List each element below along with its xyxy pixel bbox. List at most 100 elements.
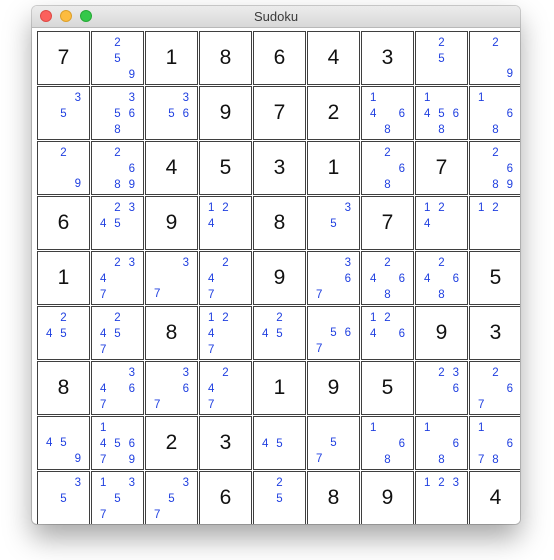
- sudoku-cell[interactable]: 5: [469, 251, 520, 305]
- sudoku-cell[interactable]: 9: [253, 251, 306, 305]
- cell-value: 1: [273, 376, 286, 399]
- sudoku-cell[interactable]: 8: [37, 361, 90, 415]
- sudoku-cell[interactable]: 29: [37, 141, 90, 195]
- sudoku-cell[interactable]: 6: [37, 196, 90, 250]
- sudoku-cell[interactable]: 3: [361, 31, 414, 85]
- candidate-digit: 9: [74, 453, 82, 465]
- sudoku-cell[interactable]: 2689: [469, 141, 520, 195]
- sudoku-cell[interactable]: 123: [415, 471, 468, 524]
- sudoku-cell[interactable]: 124 6: [361, 306, 414, 360]
- candidate-digit: 4: [369, 273, 377, 285]
- sudoku-cell[interactable]: 9: [199, 86, 252, 140]
- sudoku-cell[interactable]: 35: [37, 471, 90, 524]
- sudoku-cell[interactable]: 8: [145, 306, 198, 360]
- sudoku-cell[interactable]: 4: [469, 471, 520, 524]
- candidate-grid: 12: [474, 200, 517, 247]
- sudoku-cell[interactable]: 3: [199, 416, 252, 470]
- sudoku-cell[interactable]: 7: [253, 86, 306, 140]
- sudoku-cell[interactable]: 2 59: [91, 31, 144, 85]
- candidate-grid: 29: [474, 35, 517, 82]
- sudoku-cell[interactable]: 9: [145, 196, 198, 250]
- sudoku-cell[interactable]: 1 68: [361, 416, 414, 470]
- cell-value: 7: [273, 101, 286, 124]
- sudoku-cell[interactable]: 57: [307, 416, 360, 470]
- sudoku-cell[interactable]: 24 68: [415, 251, 468, 305]
- sudoku-cell[interactable]: 6: [199, 471, 252, 524]
- sudoku-cell[interactable]: 1: [37, 251, 90, 305]
- sudoku-cell[interactable]: 1: [253, 361, 306, 415]
- candidate-grid: 459: [42, 420, 85, 467]
- candidate-digit: 7: [207, 289, 215, 301]
- sudoku-cell[interactable]: 23 6: [415, 361, 468, 415]
- sudoku-cell[interactable]: 8: [199, 31, 252, 85]
- sudoku-cell[interactable]: 124: [415, 196, 468, 250]
- sudoku-cell[interactable]: 45: [253, 416, 306, 470]
- sudoku-cell[interactable]: 357: [145, 471, 198, 524]
- sudoku-cell[interactable]: 26 7: [469, 361, 520, 415]
- sudoku-cell[interactable]: 1 4 68: [361, 86, 414, 140]
- candidate-digit: 6: [182, 383, 190, 395]
- sudoku-cell[interactable]: 24 7: [199, 361, 252, 415]
- sudoku-cell[interactable]: 3568: [91, 86, 144, 140]
- sudoku-cell[interactable]: 35: [37, 86, 90, 140]
- sudoku-cell[interactable]: 7: [361, 196, 414, 250]
- sudoku-cell[interactable]: 8: [253, 196, 306, 250]
- sudoku-cell[interactable]: 1 357: [91, 471, 144, 524]
- sudoku-cell[interactable]: 1 68: [415, 416, 468, 470]
- sudoku-cell[interactable]: 3: [469, 306, 520, 360]
- candidate-digit: 2: [276, 477, 283, 489]
- sudoku-cell[interactable]: 37: [145, 251, 198, 305]
- sudoku-cell[interactable]: 8: [307, 471, 360, 524]
- sudoku-cell[interactable]: 3 4 6 7: [91, 361, 144, 415]
- candidate-digit: 2: [384, 257, 391, 269]
- sudoku-cell[interactable]: 459: [37, 416, 90, 470]
- sudoku-cell[interactable]: 35: [307, 196, 360, 250]
- sudoku-cell[interactable]: 245: [37, 306, 90, 360]
- sudoku-cell[interactable]: 25: [415, 31, 468, 85]
- sudoku-cell[interactable]: 4: [145, 141, 198, 195]
- sudoku-cell[interactable]: 124: [199, 196, 252, 250]
- sudoku-cell[interactable]: 23 45: [91, 196, 144, 250]
- sudoku-cell[interactable]: 1 4568: [415, 86, 468, 140]
- candidate-digit: 6: [398, 163, 406, 175]
- sudoku-cell[interactable]: 5: [199, 141, 252, 195]
- sudoku-cell[interactable]: 2457: [91, 306, 144, 360]
- sudoku-cell[interactable]: 9: [415, 306, 468, 360]
- sudoku-cell[interactable]: 7: [37, 31, 90, 85]
- sudoku-cell[interactable]: 2: [145, 416, 198, 470]
- sudoku-cell[interactable]: 1: [307, 141, 360, 195]
- sudoku-cell[interactable]: 7: [415, 141, 468, 195]
- sudoku-cell[interactable]: 1 68: [469, 86, 520, 140]
- candidate-digit: 8: [384, 179, 391, 191]
- sudoku-board: 7259186432529353568356972146814568168292…: [37, 31, 520, 524]
- sudoku-cell[interactable]: 1678: [469, 416, 520, 470]
- sudoku-cell[interactable]: 2: [307, 86, 360, 140]
- sudoku-cell[interactable]: 245: [253, 306, 306, 360]
- sudoku-cell[interactable]: 5: [361, 361, 414, 415]
- sudoku-cell[interactable]: 4: [307, 31, 360, 85]
- sudoku-cell[interactable]: 2689: [91, 141, 144, 195]
- sudoku-cell[interactable]: 9: [307, 361, 360, 415]
- sudoku-cell[interactable]: 268: [361, 141, 414, 195]
- sudoku-cell[interactable]: 124 7: [199, 306, 252, 360]
- candidate-digit: 3: [128, 477, 136, 489]
- candidate-digit: 5: [330, 437, 337, 449]
- sudoku-cell[interactable]: 1 456 7 9: [91, 416, 144, 470]
- sudoku-cell[interactable]: 29: [469, 31, 520, 85]
- sudoku-cell[interactable]: 23 4 7: [91, 251, 144, 305]
- candidate-grid: 45: [258, 420, 301, 467]
- sudoku-cell[interactable]: 356: [145, 86, 198, 140]
- sudoku-cell[interactable]: 1: [145, 31, 198, 85]
- sudoku-cell[interactable]: 24 68: [361, 251, 414, 305]
- sudoku-cell[interactable]: 24 7: [199, 251, 252, 305]
- sudoku-cell[interactable]: 6: [253, 31, 306, 85]
- sudoku-cell[interactable]: 56 7: [307, 306, 360, 360]
- candidate-digit: 4: [99, 218, 107, 230]
- sudoku-cell[interactable]: 9: [361, 471, 414, 524]
- candidate-digit: 9: [506, 68, 514, 80]
- sudoku-cell[interactable]: 3: [253, 141, 306, 195]
- sudoku-cell[interactable]: 3 6 7: [145, 361, 198, 415]
- sudoku-cell[interactable]: 12: [469, 196, 520, 250]
- sudoku-cell[interactable]: 25: [253, 471, 306, 524]
- sudoku-cell[interactable]: 3 6 7: [307, 251, 360, 305]
